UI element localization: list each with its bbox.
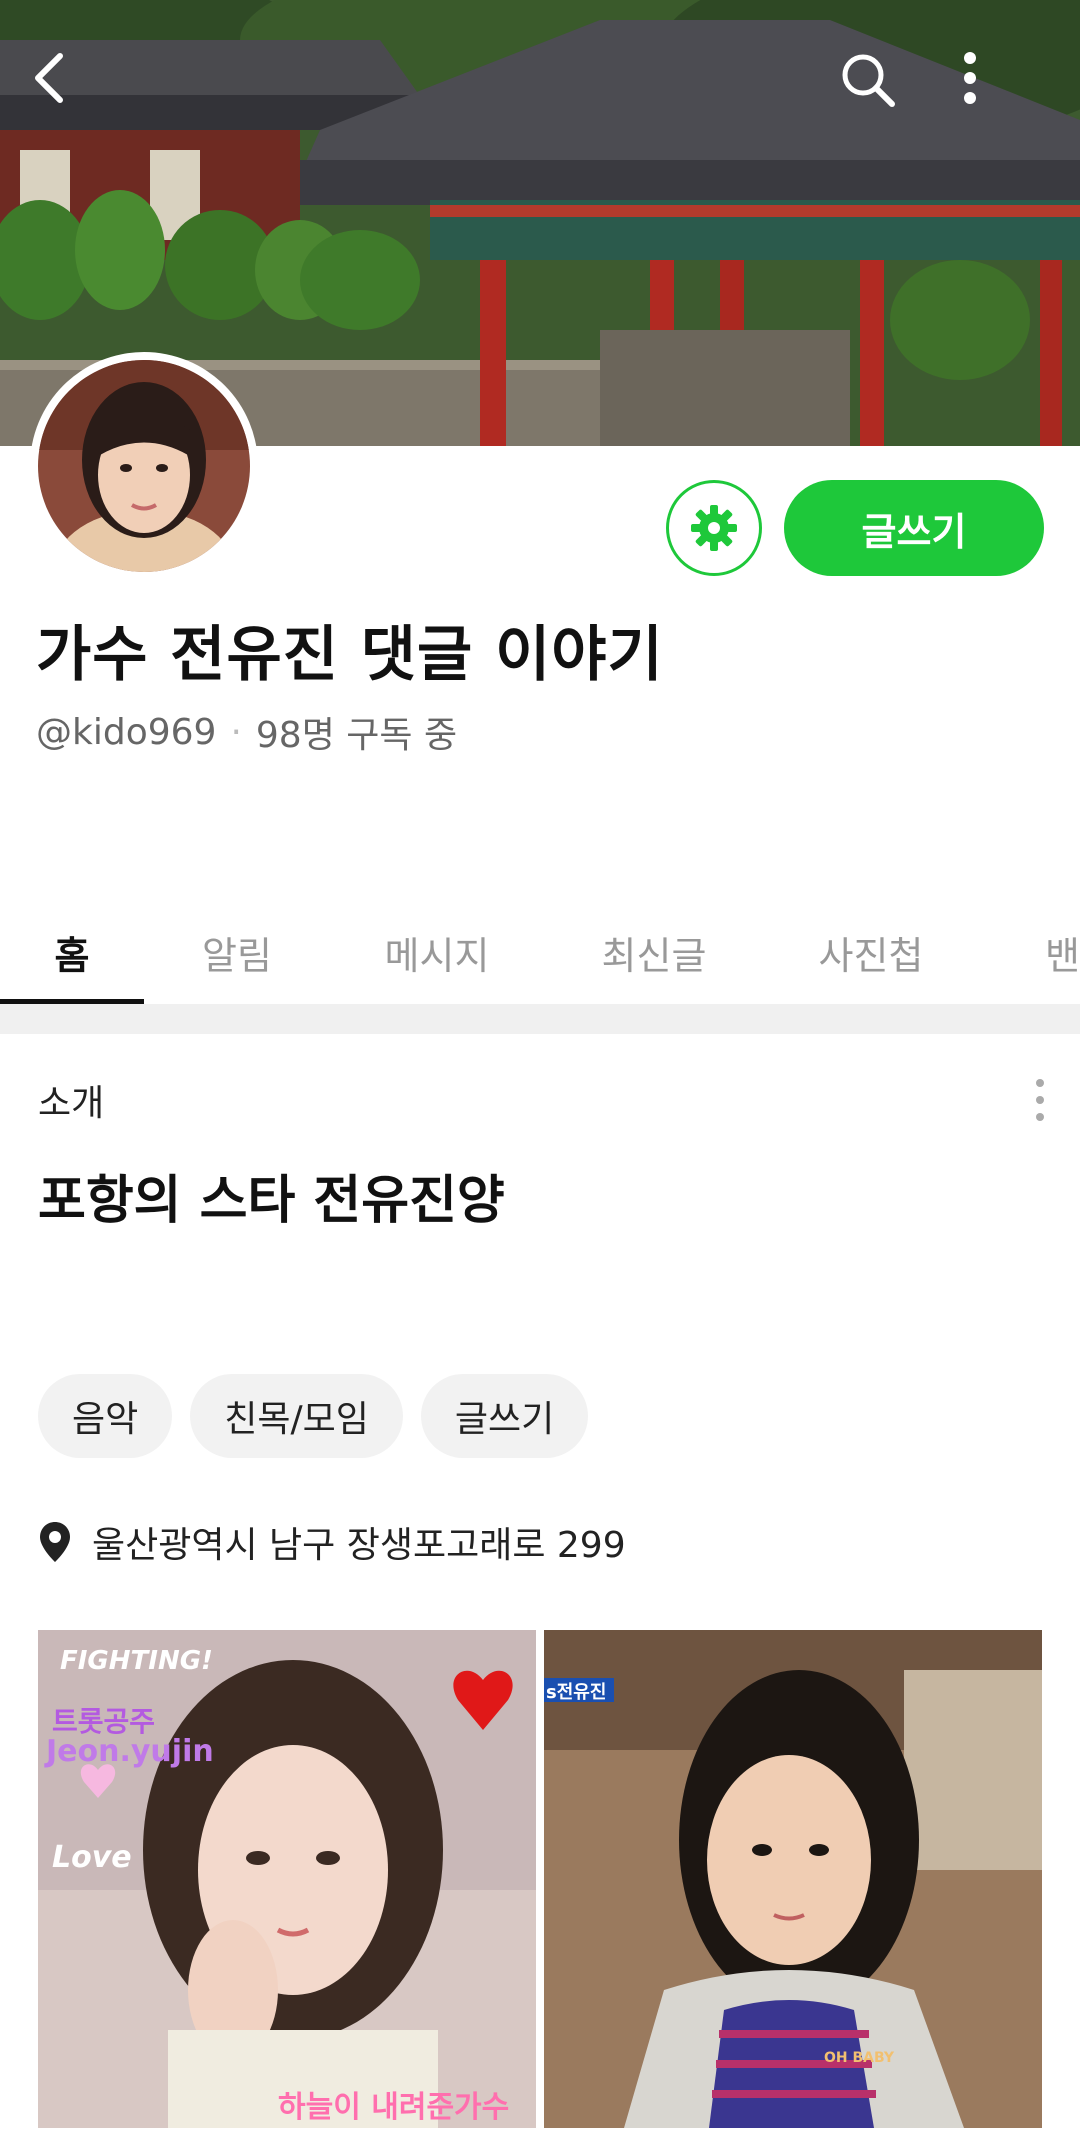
category-chips: 음악 친목/모임 글쓰기 <box>38 1374 589 1458</box>
gear-icon <box>691 505 737 551</box>
photo-overlay-love: Love <box>52 1840 132 1875</box>
intro-text: 포항의 스타 전유진양 <box>38 1171 505 1231</box>
tab-messages[interactable]: 메시지 <box>330 900 544 1004</box>
channel-meta: @kido969 · 98명 구독 중 <box>36 706 457 758</box>
chip-social[interactable]: 친목/모임 <box>190 1374 403 1458</box>
channel-handle[interactable]: @kido969 <box>36 712 216 753</box>
photo-overlay-name-en: Jeon.yujin <box>46 1734 214 1769</box>
address-text: 울산광역시 남구 장생포고래로 299 <box>92 1525 626 1566</box>
search-button[interactable] <box>838 50 908 120</box>
more-vertical-icon <box>964 52 976 104</box>
back-button[interactable] <box>28 50 98 120</box>
tab-band[interactable]: 밴 <box>978 900 1080 1004</box>
avatar[interactable] <box>30 352 258 580</box>
gallery-photo-1[interactable]: FIGHTING! 트롯공주 Jeon.yujin Love 하늘이 내려준가수 <box>38 1630 536 2128</box>
search-icon <box>842 54 895 107</box>
tab-photos[interactable]: 사진첩 <box>764 900 978 1004</box>
subscriber-count[interactable]: 98명 구독 중 <box>256 706 457 758</box>
tab-home[interactable]: 홈 <box>0 900 144 1004</box>
more-dot-icon <box>1036 1096 1044 1104</box>
settings-button[interactable] <box>666 480 762 576</box>
write-button[interactable]: 글쓰기 <box>784 480 1044 576</box>
intro-section-label: 소개 <box>38 1083 105 1124</box>
gallery-photo-2[interactable]: s전유진 OH BABY <box>544 1630 1042 2128</box>
location[interactable]: 울산광역시 남구 장생포고래로 299 <box>38 1516 626 1568</box>
chip-writing[interactable]: 글쓰기 <box>420 1374 589 1458</box>
photo-gallery: FIGHTING! 트롯공주 Jeon.yujin Love 하늘이 내려준가수… <box>38 1630 1042 2128</box>
photo-overlay-tag: s전유진 <box>546 1682 607 1703</box>
tab-bar: 홈 알림 메시지 최신글 사진첩 밴 <box>0 900 1080 1004</box>
tab-latest[interactable]: 최신글 <box>544 900 764 1004</box>
avatar-photo <box>38 360 250 572</box>
chip-music[interactable]: 음악 <box>38 1374 173 1458</box>
intro-more-button[interactable] <box>1020 1070 1060 1130</box>
photo-overlay-shirt: OH BABY <box>824 2050 895 2066</box>
more-dot-icon <box>1036 1113 1044 1121</box>
photo-overlay-fighting: FIGHTING! <box>60 1646 213 1676</box>
location-pin-icon <box>40 1522 70 1562</box>
separator-dot: · <box>230 711 242 753</box>
section-divider <box>0 1004 1080 1034</box>
tab-notifications[interactable]: 알림 <box>144 900 330 1004</box>
page-title: 가수 전유진 댓글 이야기 <box>36 620 664 690</box>
photo-overlay-caption: 하늘이 내려준가수 <box>278 2090 510 2125</box>
more-dot-icon <box>1036 1079 1044 1087</box>
more-menu-button[interactable] <box>960 50 1030 120</box>
chevron-left-icon <box>35 53 63 103</box>
